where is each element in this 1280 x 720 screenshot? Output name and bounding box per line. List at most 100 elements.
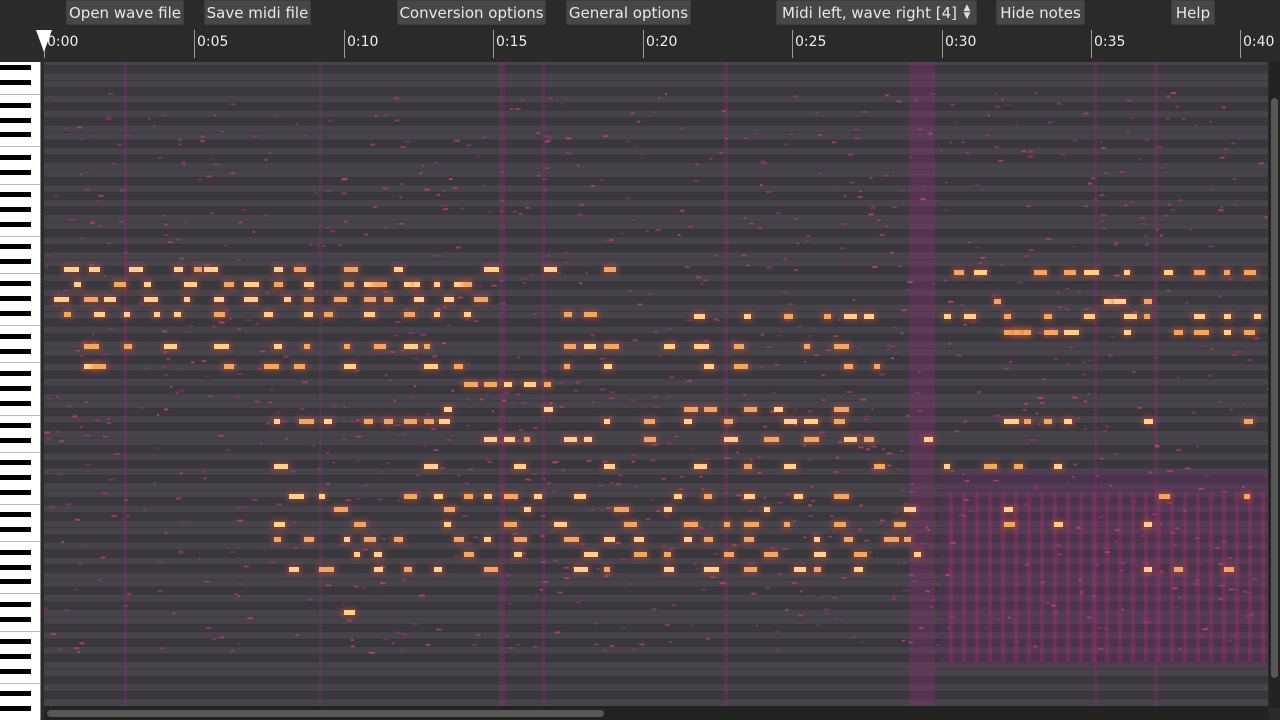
piano-black-key[interactable] — [0, 117, 31, 123]
piano-black-key[interactable] — [0, 333, 31, 339]
spectrogram-speck — [765, 586, 771, 589]
piano-black-key[interactable] — [0, 601, 31, 607]
spectrogram-speck — [641, 405, 645, 408]
piano-black-key[interactable] — [0, 206, 31, 212]
piano-black-key[interactable] — [0, 80, 31, 86]
piano-black-key[interactable] — [0, 490, 31, 496]
midi-note — [344, 267, 358, 272]
midi-note — [1254, 314, 1261, 319]
spectrogram-speck — [383, 291, 388, 294]
spectrogram-speck — [92, 333, 95, 336]
piano-black-key[interactable] — [0, 385, 31, 391]
playhead-triangle-icon[interactable] — [35, 28, 53, 54]
piano-black-key[interactable] — [0, 460, 31, 466]
spectrogram-speck — [1232, 354, 1238, 357]
midi-note — [514, 552, 522, 557]
spectrogram-speck — [237, 519, 243, 522]
hide-notes-button[interactable]: Hide notes — [996, 0, 1085, 25]
roll-row-black — [44, 177, 1268, 185]
conversion-options-button[interactable]: Conversion options — [397, 0, 546, 25]
roll-row-separator — [44, 415, 1268, 417]
piano-black-key[interactable] — [0, 512, 31, 518]
midi-note — [984, 464, 997, 469]
piano-black-key[interactable] — [0, 527, 31, 533]
piano-black-key[interactable] — [0, 348, 31, 354]
piano-black-key[interactable] — [0, 579, 31, 585]
save-midi-file-button[interactable]: Save midi file — [204, 0, 311, 25]
piano-black-key[interactable] — [0, 639, 31, 645]
spectrogram-speck — [532, 472, 537, 475]
midi-note — [264, 364, 279, 369]
spectrogram-speck — [701, 488, 705, 491]
spectrogram-speck — [1166, 95, 1170, 98]
midi-note — [424, 364, 438, 369]
spectrogram-speck — [98, 225, 103, 228]
piano-black-key[interactable] — [0, 192, 31, 198]
spectrogram-speck — [819, 431, 826, 434]
vertical-scrollbar[interactable] — [1269, 62, 1280, 708]
timeline-ruler[interactable]: 0:00 0:05 0:10 0:15 0:20 0:25 0:30 0:35 0:40 — [36, 28, 1280, 62]
piano-black-key[interactable] — [0, 423, 31, 428]
spectrogram-glow-band — [1079, 492, 1083, 662]
midi-note — [334, 297, 347, 302]
spectrogram-speck — [454, 555, 460, 558]
spectrogram-speck — [877, 521, 884, 524]
midi-note — [574, 494, 586, 499]
piano-black-key[interactable] — [0, 169, 31, 175]
piano-black-key[interactable] — [0, 154, 31, 160]
horizontal-scrollbar[interactable] — [44, 706, 1269, 720]
piano-black-key[interactable] — [0, 65, 31, 71]
roll-row-black — [44, 117, 1268, 125]
horizontal-scrollbar-thumb[interactable] — [47, 710, 604, 717]
spectrogram-speck — [724, 137, 729, 140]
piano-black-key[interactable] — [0, 244, 31, 250]
spectrogram-speck — [931, 599, 935, 602]
spectrogram-speck — [281, 420, 288, 423]
spectrogram-speck — [748, 509, 754, 512]
spectrogram-speck — [395, 424, 401, 427]
piano-black-key[interactable] — [0, 370, 31, 376]
piano-black-key[interactable] — [0, 102, 31, 108]
spectrogram-speck — [925, 526, 929, 529]
midi-note — [1004, 314, 1011, 319]
spectrogram-speck — [117, 143, 122, 146]
spectrogram-speck — [1099, 220, 1105, 223]
piano-black-key[interactable] — [0, 653, 31, 659]
roll-row-separator — [44, 147, 1268, 148]
piano-black-key[interactable] — [0, 549, 31, 555]
midi-note — [884, 537, 899, 542]
help-button[interactable]: Help — [1171, 0, 1215, 25]
general-options-button[interactable]: General options — [566, 0, 691, 25]
piano-keyboard[interactable] — [0, 62, 41, 720]
piano-black-key[interactable] — [0, 259, 31, 265]
piano-black-key[interactable] — [0, 437, 31, 443]
spectrogram-speck — [637, 303, 643, 306]
piano-black-key[interactable] — [0, 400, 31, 406]
piano-roll-canvas[interactable] — [44, 62, 1268, 706]
spectrogram-speck — [968, 509, 973, 512]
piano-black-key[interactable] — [0, 616, 31, 622]
midi-note — [1004, 507, 1013, 512]
piano-black-key[interactable] — [0, 132, 31, 138]
spectrogram-speck — [268, 152, 272, 155]
spectrogram-speck — [592, 400, 595, 403]
open-wave-file-button[interactable]: Open wave file — [66, 0, 184, 25]
spectrogram-speck — [181, 161, 187, 164]
spectrogram-speck — [263, 549, 267, 552]
piano-black-key[interactable] — [0, 564, 31, 570]
piano-black-key[interactable] — [0, 691, 31, 697]
spectrogram-speck — [741, 254, 747, 257]
piano-black-key[interactable] — [0, 311, 31, 317]
piano-black-key[interactable] — [0, 706, 31, 712]
spectrogram-speck — [771, 391, 776, 394]
piano-black-key[interactable] — [0, 221, 31, 227]
vertical-scrollbar-thumb[interactable] — [1271, 98, 1278, 678]
piano-black-key[interactable] — [0, 475, 31, 481]
spectrogram-speck — [821, 374, 826, 377]
piano-black-key[interactable] — [0, 281, 31, 287]
spectrogram-speck — [760, 160, 765, 163]
piano-black-key[interactable] — [0, 296, 31, 302]
roll-row-black — [44, 333, 1268, 341]
view-mode-select[interactable]: Midi left, wave right [4] ▲ ▼ — [776, 0, 977, 25]
piano-black-key[interactable] — [0, 668, 31, 674]
